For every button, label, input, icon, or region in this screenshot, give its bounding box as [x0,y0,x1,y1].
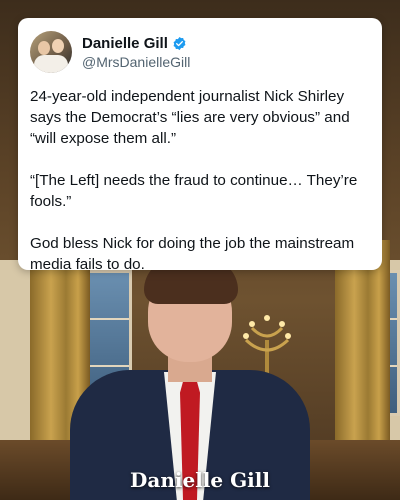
author-name[interactable]: Danielle Gill [82,35,168,52]
tweet-header: Danielle Gill @MrsDanielleGill [30,28,370,76]
author-block: Danielle Gill @MrsDanielleGill [82,35,190,70]
post-image: Danielle Gill @MrsDanielleGill 24-year-o… [0,0,400,500]
tweet-paragraph: God bless Nick for doing the job the mai… [30,235,355,273]
tweet-body: 24-year-old independent journalist Nick … [30,86,370,275]
author-handle[interactable]: @MrsDanielleGill [82,54,190,70]
avatar[interactable] [30,31,72,73]
tweet-card: Danielle Gill @MrsDanielleGill 24-year-o… [18,18,382,273]
tweet-paragraph: 24-year-old independent journalist Nick … [30,88,350,147]
author-name-row: Danielle Gill [82,35,190,52]
watermark-signature: Danielle Gill [130,468,270,492]
tweet-paragraph: “[The Left] needs the fraud to continue…… [30,172,358,210]
verified-badge-icon [173,36,186,50]
person-portrait [70,250,310,500]
